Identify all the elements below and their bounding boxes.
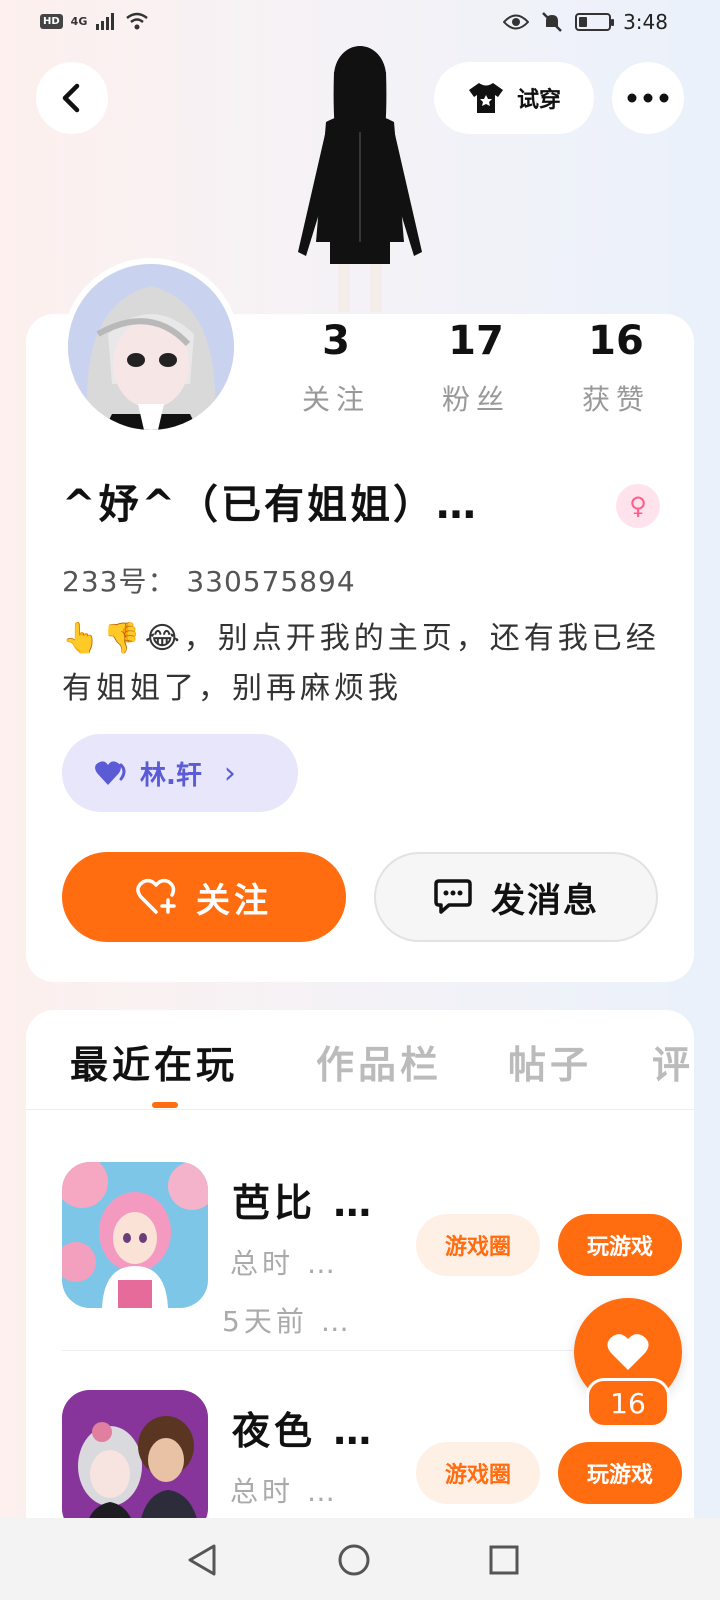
game-last-played: 5天前 … xyxy=(222,1305,353,1338)
send-message-label: 发消息 xyxy=(491,880,599,921)
nav-home-button[interactable] xyxy=(334,1540,374,1580)
content-card: 最近在玩 作品栏 帖子 评 芭比 … 总时 … 5天前 … 游戏圈 玩游戏 夜色… xyxy=(26,1010,694,1530)
network-label: 4G xyxy=(70,14,88,28)
game-circle-button[interactable]: 游戏圈 xyxy=(416,1214,540,1276)
more-button[interactable] xyxy=(612,62,684,134)
bond-partner-chip[interactable]: 林.轩 › xyxy=(62,734,298,812)
stat-following[interactable]: 3 关注 xyxy=(271,314,401,418)
nickname: ^妤^（已有姐姐）… xyxy=(62,482,480,528)
stat-likes[interactable]: 16 获赞 xyxy=(551,314,681,418)
likes-received-count: 16 xyxy=(588,318,644,364)
play-game-button[interactable]: 玩游戏 xyxy=(558,1442,682,1504)
clock: 3:48 xyxy=(623,10,668,34)
game-icon[interactable] xyxy=(62,1390,208,1530)
status-left: HD 4G xyxy=(40,12,149,30)
stat-followers[interactable]: 17 粉丝 xyxy=(411,314,541,418)
game-title: 夜色 … xyxy=(232,1409,376,1453)
stats-row: 3 关注 17 粉丝 16 获赞 xyxy=(266,314,686,418)
signal-icon xyxy=(96,13,115,30)
game-title: 芭比 … xyxy=(232,1181,376,1225)
active-tab-indicator xyxy=(152,1102,178,1108)
send-message-button[interactable]: 发消息 xyxy=(374,852,658,942)
back-button[interactable] xyxy=(36,62,108,134)
game-row[interactable]: 夜色 … 总时 … 游戏圈 玩游戏 xyxy=(62,1390,682,1530)
status-bar: HD 4G 3:48 xyxy=(0,0,720,48)
play-game-button[interactable]: 玩游戏 xyxy=(558,1214,682,1276)
system-nav-bar xyxy=(0,1518,720,1600)
battery-icon xyxy=(575,13,615,31)
heart-icon xyxy=(607,1334,649,1370)
game-icon[interactable] xyxy=(62,1162,208,1308)
back-arrow-icon xyxy=(62,83,80,113)
triangle-back-icon xyxy=(188,1544,216,1576)
square-recents-icon xyxy=(489,1545,519,1575)
heart-bond-icon xyxy=(95,761,126,785)
eye-icon xyxy=(503,14,530,30)
game-circle-button[interactable]: 游戏圈 xyxy=(416,1442,540,1504)
like-count-badge: 16 xyxy=(586,1378,670,1428)
likes-received-label: 获赞 xyxy=(581,383,650,416)
game-playtime: 总时 … xyxy=(230,1247,339,1280)
followers-label: 粉丝 xyxy=(441,383,510,416)
status-right: 3:48 xyxy=(503,10,668,34)
game-playtime: 总时 … xyxy=(230,1475,339,1508)
tab-comments[interactable]: 评 xyxy=(652,1034,694,1089)
follow-label: 关注 xyxy=(196,880,272,921)
tryon-button[interactable]: 试穿 xyxy=(434,62,594,134)
tab-works[interactable]: 作品栏 xyxy=(316,1034,442,1089)
more-dots-icon xyxy=(627,93,669,103)
tshirt-icon xyxy=(468,83,503,113)
circle-home-icon xyxy=(338,1544,370,1576)
tab-posts[interactable]: 帖子 xyxy=(508,1034,592,1089)
user-id[interactable]: 233号： 330575894 xyxy=(62,560,356,600)
mute-bell-icon xyxy=(542,12,562,32)
chevron-right-icon: › xyxy=(223,755,236,791)
following-label: 关注 xyxy=(301,383,370,416)
profile-tabs: 最近在玩 作品栏 帖子 评 xyxy=(26,1010,694,1110)
following-count: 3 xyxy=(322,318,350,364)
follow-button[interactable]: 关注 xyxy=(62,852,346,942)
game-cover-image xyxy=(62,1162,208,1308)
followers-count: 17 xyxy=(448,318,504,364)
game-row[interactable]: 芭比 … 总时 … 5天前 … 游戏圈 玩游戏 xyxy=(62,1162,682,1338)
tab-recently-played[interactable]: 最近在玩 xyxy=(70,1034,238,1089)
bio-text: 👆👎😂，别点开我的主页，还有我已经有姐姐了，别再麻烦我 xyxy=(62,621,660,706)
nav-back-button[interactable] xyxy=(182,1540,222,1580)
wifi-icon xyxy=(126,12,149,30)
avatar-image xyxy=(68,264,234,430)
game-cover-image xyxy=(62,1390,208,1530)
chat-bubble-icon xyxy=(434,879,472,914)
avatar[interactable] xyxy=(62,258,240,436)
character-model-image xyxy=(298,46,422,312)
tryon-label: 试穿 xyxy=(516,88,561,113)
female-gender-icon: ♀ xyxy=(616,484,660,528)
nav-recents-button[interactable] xyxy=(484,1540,524,1580)
bond-name: 林.轩 xyxy=(140,760,202,791)
heart-plus-icon xyxy=(136,878,176,914)
hd-badge: HD xyxy=(40,13,63,29)
